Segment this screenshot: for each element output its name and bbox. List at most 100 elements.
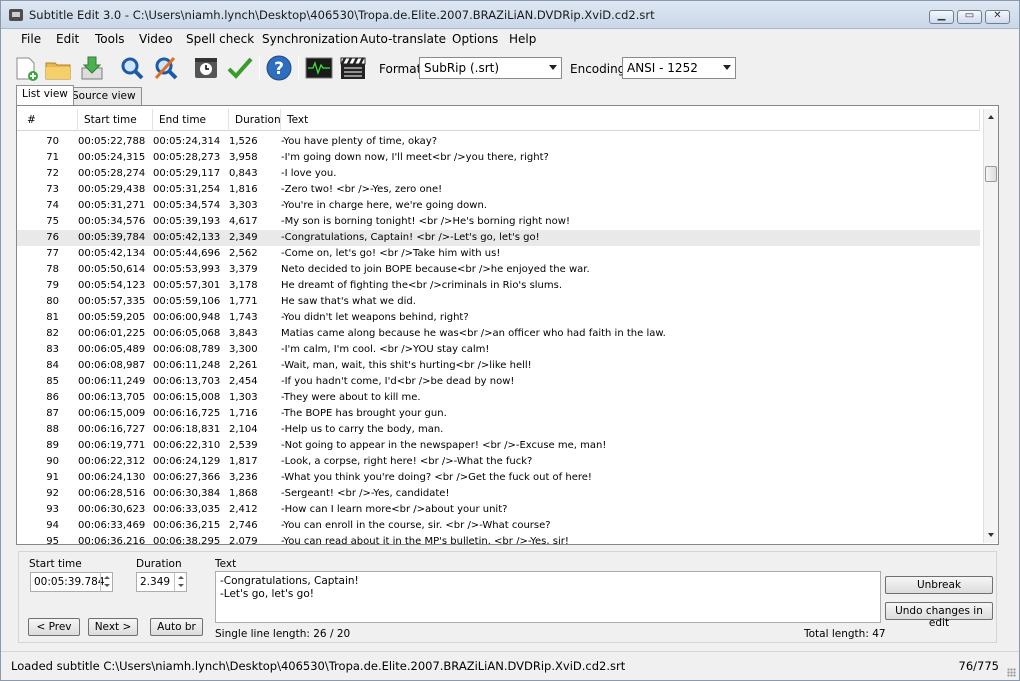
undo-changes-button[interactable]: Undo changes in edit bbox=[885, 602, 993, 629]
tab-source-view[interactable]: Source view bbox=[66, 87, 142, 105]
table-row[interactable]: 95 00:06:36,216 00:06:38,295 2,079 -You can … bbox=[17, 534, 980, 544]
table-row[interactable]: 83 00:06:05,489 00:06:08,789 3,300 -I'm calm… bbox=[17, 342, 980, 358]
header-number[interactable]: # bbox=[17, 109, 78, 131]
unbreak-button[interactable]: Unbreak bbox=[885, 576, 993, 594]
cell-start-time: 00:05:24,315 bbox=[78, 152, 146, 163]
menu-tools[interactable]: Tools bbox=[95, 32, 125, 46]
cell-number: 70 bbox=[46, 136, 59, 147]
cell-start-time: 00:05:54,123 bbox=[78, 280, 146, 291]
table-row[interactable]: 70 00:05:22,788 00:05:24,314 1,526 -You have… bbox=[17, 134, 980, 150]
show-video-button[interactable] bbox=[339, 54, 367, 82]
table-row[interactable]: 81 00:05:59,205 00:06:00,948 1,743 -You didn… bbox=[17, 310, 980, 326]
table-row[interactable]: 93 00:06:30,623 00:06:33,035 2,412 -How can … bbox=[17, 502, 980, 518]
cell-end-time: 00:06:05,068 bbox=[153, 328, 221, 339]
grid-body: 70 00:05:22,788 00:05:24,314 1,526 -You have… bbox=[17, 134, 980, 544]
table-row[interactable]: 72 00:05:28,274 00:05:29,117 0,843 -I love y… bbox=[17, 166, 980, 182]
table-row[interactable]: 85 00:06:11,249 00:06:13,703 2,454 -If you h… bbox=[17, 374, 980, 390]
replace-button[interactable] bbox=[152, 54, 180, 82]
table-row[interactable]: 92 00:06:28,516 00:06:30,384 1,868 -Sergeant… bbox=[17, 486, 980, 502]
cell-text: -You didn't let weapons behind, right? bbox=[281, 312, 469, 323]
start-time-input[interactable]: 00:05:39.784 bbox=[30, 572, 113, 592]
duration-spinner[interactable] bbox=[174, 573, 186, 591]
spell-check-button[interactable] bbox=[226, 54, 254, 82]
table-row[interactable]: 80 00:05:57,335 00:05:59,106 1,771 He saw th… bbox=[17, 294, 980, 310]
cell-start-time: 00:06:28,516 bbox=[78, 488, 146, 499]
menu-options[interactable]: Options bbox=[452, 32, 498, 46]
maximize-button[interactable]: ▭ bbox=[957, 10, 982, 24]
scroll-thumb[interactable] bbox=[985, 166, 997, 182]
menu-file[interactable]: File bbox=[21, 32, 41, 46]
table-row[interactable]: 77 00:05:42,134 00:05:44,696 2,562 -Come on,… bbox=[17, 246, 980, 262]
toolbar-separator bbox=[259, 55, 260, 81]
encoding-dropdown[interactable]: ANSI - 1252 bbox=[622, 57, 736, 79]
table-row[interactable]: 74 00:05:31,271 00:05:34,574 3,303 -You're i… bbox=[17, 198, 980, 214]
menu-auto-translate[interactable]: Auto-translate bbox=[360, 32, 446, 46]
next-button[interactable]: Next > bbox=[88, 618, 138, 636]
cell-number: 72 bbox=[46, 168, 59, 179]
minimize-icon: ▁ bbox=[937, 10, 946, 21]
table-row[interactable]: 78 00:05:50,614 00:05:53,993 3,379 Neto deci… bbox=[17, 262, 980, 278]
menu-spell-check[interactable]: Spell check bbox=[186, 32, 254, 46]
open-file-button[interactable] bbox=[44, 54, 72, 82]
table-row[interactable]: 94 00:06:33,469 00:06:36,215 2,746 -You can … bbox=[17, 518, 980, 534]
scroll-up-button[interactable] bbox=[984, 109, 999, 125]
close-button[interactable]: ✕ bbox=[985, 10, 1010, 24]
menu-synchronization[interactable]: Synchronization bbox=[262, 32, 358, 46]
visual-sync-button[interactable] bbox=[192, 54, 220, 82]
cell-number: 85 bbox=[46, 376, 59, 387]
table-row[interactable]: 90 00:06:22,312 00:06:24,129 1,817 -Look, a … bbox=[17, 454, 980, 470]
subtitle-grid: # Start time End time Duration Text 70 00… bbox=[16, 105, 999, 545]
cell-number: 78 bbox=[46, 264, 59, 275]
table-row[interactable]: 87 00:06:15,009 00:06:16,725 1,716 -The BOPE… bbox=[17, 406, 980, 422]
menu-video[interactable]: Video bbox=[139, 32, 173, 46]
header-end-time[interactable]: End time bbox=[153, 109, 229, 131]
find-button[interactable] bbox=[118, 54, 146, 82]
header-text[interactable]: Text bbox=[281, 109, 980, 131]
menu-edit[interactable]: Edit bbox=[56, 32, 79, 46]
table-row[interactable]: 75 00:05:34,576 00:05:39,193 4,617 -My son i… bbox=[17, 214, 980, 230]
save-download-icon bbox=[81, 56, 103, 80]
app-icon bbox=[9, 9, 23, 21]
show-waveform-button[interactable] bbox=[305, 54, 333, 82]
cell-text: -Sergeant! <br />-Yes, candidate! bbox=[281, 488, 450, 499]
cell-number: 73 bbox=[46, 184, 59, 195]
new-file-button[interactable] bbox=[12, 54, 40, 82]
table-row[interactable]: 86 00:06:13,705 00:06:15,008 1,303 -They wer… bbox=[17, 390, 980, 406]
cell-duration: 0,843 bbox=[229, 168, 258, 179]
prev-button[interactable]: < Prev bbox=[28, 618, 80, 636]
cell-end-time: 00:05:57,301 bbox=[153, 280, 221, 291]
vertical-scrollbar[interactable] bbox=[983, 109, 998, 543]
table-row[interactable]: 82 00:06:01,225 00:06:05,068 3,843 Matias ca… bbox=[17, 326, 980, 342]
help-button[interactable]: ? bbox=[265, 54, 293, 82]
menu-help[interactable]: Help bbox=[509, 32, 536, 46]
tab-list-view[interactable]: List view bbox=[16, 85, 74, 105]
table-row[interactable]: 91 00:06:24,130 00:06:27,366 3,236 -What you… bbox=[17, 470, 980, 486]
cell-start-time: 00:05:34,576 bbox=[78, 216, 146, 227]
duration-input[interactable]: 2.349 bbox=[136, 572, 187, 592]
cell-end-time: 00:05:34,574 bbox=[153, 200, 221, 211]
table-row[interactable]: 84 00:06:08,987 00:06:11,248 2,261 -Wait, ma… bbox=[17, 358, 980, 374]
cell-end-time: 00:06:38,295 bbox=[153, 536, 221, 544]
timing-clock-icon bbox=[195, 58, 217, 78]
save-button[interactable] bbox=[78, 54, 106, 82]
table-row[interactable]: 73 00:05:29,438 00:05:31,254 1,816 -Zero two… bbox=[17, 182, 980, 198]
format-dropdown[interactable]: SubRip (.srt) bbox=[419, 57, 562, 79]
table-row[interactable]: 76 00:05:39,784 00:05:42,133 2,349 -Congratu… bbox=[17, 230, 980, 246]
resize-grip-icon[interactable] bbox=[1007, 668, 1016, 677]
table-row[interactable]: 79 00:05:54,123 00:05:57,301 3,178 He dreamt… bbox=[17, 278, 980, 294]
minimize-button[interactable]: ▁ bbox=[929, 10, 954, 24]
header-duration[interactable]: Duration bbox=[229, 109, 281, 131]
table-row[interactable]: 89 00:06:19,771 00:06:22,310 2,539 -Not goin… bbox=[17, 438, 980, 454]
start-time-spinner[interactable] bbox=[100, 573, 112, 591]
table-row[interactable]: 71 00:05:24,315 00:05:28,273 3,958 -I'm goin… bbox=[17, 150, 980, 166]
cell-text: -The BOPE has brought your gun. bbox=[281, 408, 447, 419]
header-start-time[interactable]: Start time bbox=[78, 109, 153, 131]
scroll-down-button[interactable] bbox=[984, 527, 999, 543]
cell-number: 91 bbox=[46, 472, 59, 483]
table-row[interactable]: 88 00:06:16,727 00:06:18,831 2,104 -Help us … bbox=[17, 422, 980, 438]
subtitle-text-editor[interactable]: -Congratulations, Captain! -Let's go, le… bbox=[215, 571, 881, 623]
cell-end-time: 00:05:24,314 bbox=[153, 136, 221, 147]
status-bar: Loaded subtitle C:\Users\niamh.lynch\Des… bbox=[1, 651, 1019, 680]
auto-br-button[interactable]: Auto br bbox=[150, 618, 203, 636]
cell-text: -Zero two! <br />-Yes, zero one! bbox=[281, 184, 443, 195]
